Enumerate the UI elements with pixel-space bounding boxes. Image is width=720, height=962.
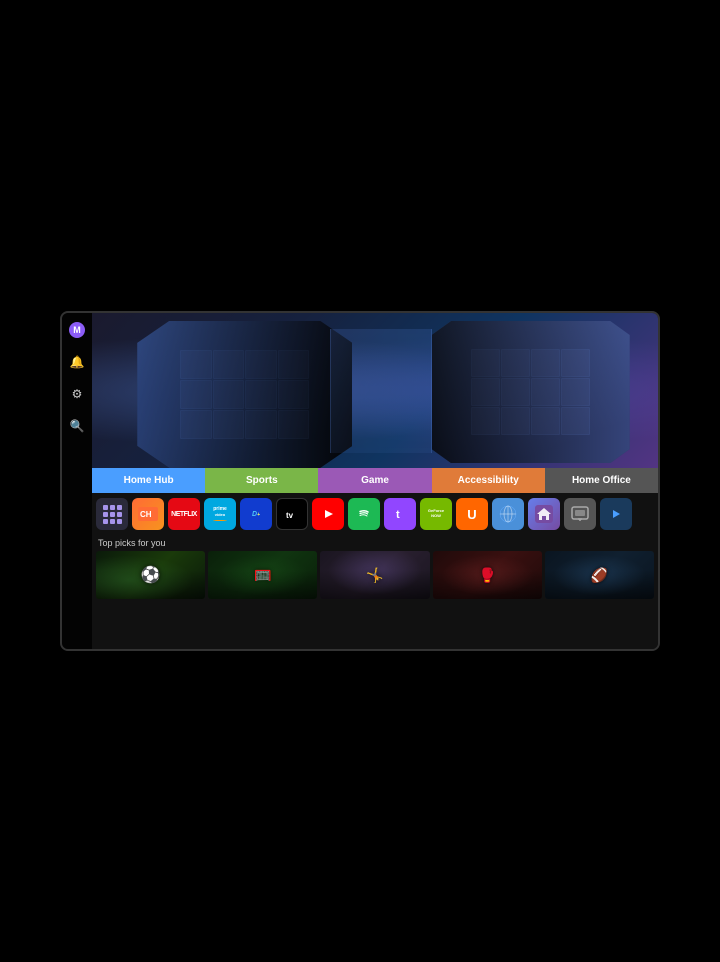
svg-text:t: t: [396, 509, 400, 521]
main-content: Home Hub Sports Game Accessibility Home …: [92, 313, 658, 649]
sidebar: M 🔔 ⚙ 🔍: [62, 313, 92, 649]
spotify-app[interactable]: [348, 498, 380, 530]
tv-frame: M 🔔 ⚙ 🔍: [60, 311, 660, 651]
screen-share-app[interactable]: [564, 498, 596, 530]
apps-row: CH NETFLIX prime video D+ tv: [92, 493, 658, 535]
svg-text:CH: CH: [140, 510, 152, 519]
svg-text:tv: tv: [286, 511, 294, 520]
pick-item-2[interactable]: 🥅: [208, 551, 317, 599]
hero-banner: [92, 313, 658, 468]
twitch-app[interactable]: t: [384, 498, 416, 530]
apps-grid-button[interactable]: [96, 498, 128, 530]
nav-bar: Home Hub Sports Game Accessibility Home …: [92, 468, 658, 493]
tab-home-hub[interactable]: Home Hub: [92, 468, 205, 493]
tab-game[interactable]: Game: [318, 468, 431, 493]
notification-icon[interactable]: 🔔: [68, 353, 86, 371]
geforce-now-app[interactable]: GeForce NOW: [420, 498, 452, 530]
top-picks-section: Top picks for you ⚽ 🥅: [92, 535, 658, 649]
pick-item-5[interactable]: 🏈: [545, 551, 654, 599]
prime-video-app[interactable]: prime video: [204, 498, 236, 530]
tab-sports[interactable]: Sports: [205, 468, 318, 493]
more-apps-button[interactable]: [600, 498, 632, 530]
pick-item-3[interactable]: 🤸: [320, 551, 429, 599]
disney-plus-app[interactable]: D+: [240, 498, 272, 530]
search-icon[interactable]: 🔍: [68, 417, 86, 435]
browser-app[interactable]: [492, 498, 524, 530]
picks-row: ⚽ 🥅 🤸: [92, 551, 658, 599]
netflix-app[interactable]: NETFLIX: [168, 498, 200, 530]
pick-item-4[interactable]: 🥊: [433, 551, 542, 599]
youtube-app[interactable]: [312, 498, 344, 530]
settings-icon[interactable]: ⚙: [68, 385, 86, 403]
top-picks-label: Top picks for you: [92, 535, 658, 551]
smart-home-app[interactable]: [528, 498, 560, 530]
lg-channels-app[interactable]: CH: [132, 498, 164, 530]
apple-tv-app[interactable]: tv: [276, 498, 308, 530]
tab-home-office[interactable]: Home Office: [545, 468, 658, 493]
pick-item-1[interactable]: ⚽: [96, 551, 205, 599]
utomik-app[interactable]: U: [456, 498, 488, 530]
avatar[interactable]: M: [68, 321, 86, 339]
tab-accessibility[interactable]: Accessibility: [432, 468, 545, 493]
